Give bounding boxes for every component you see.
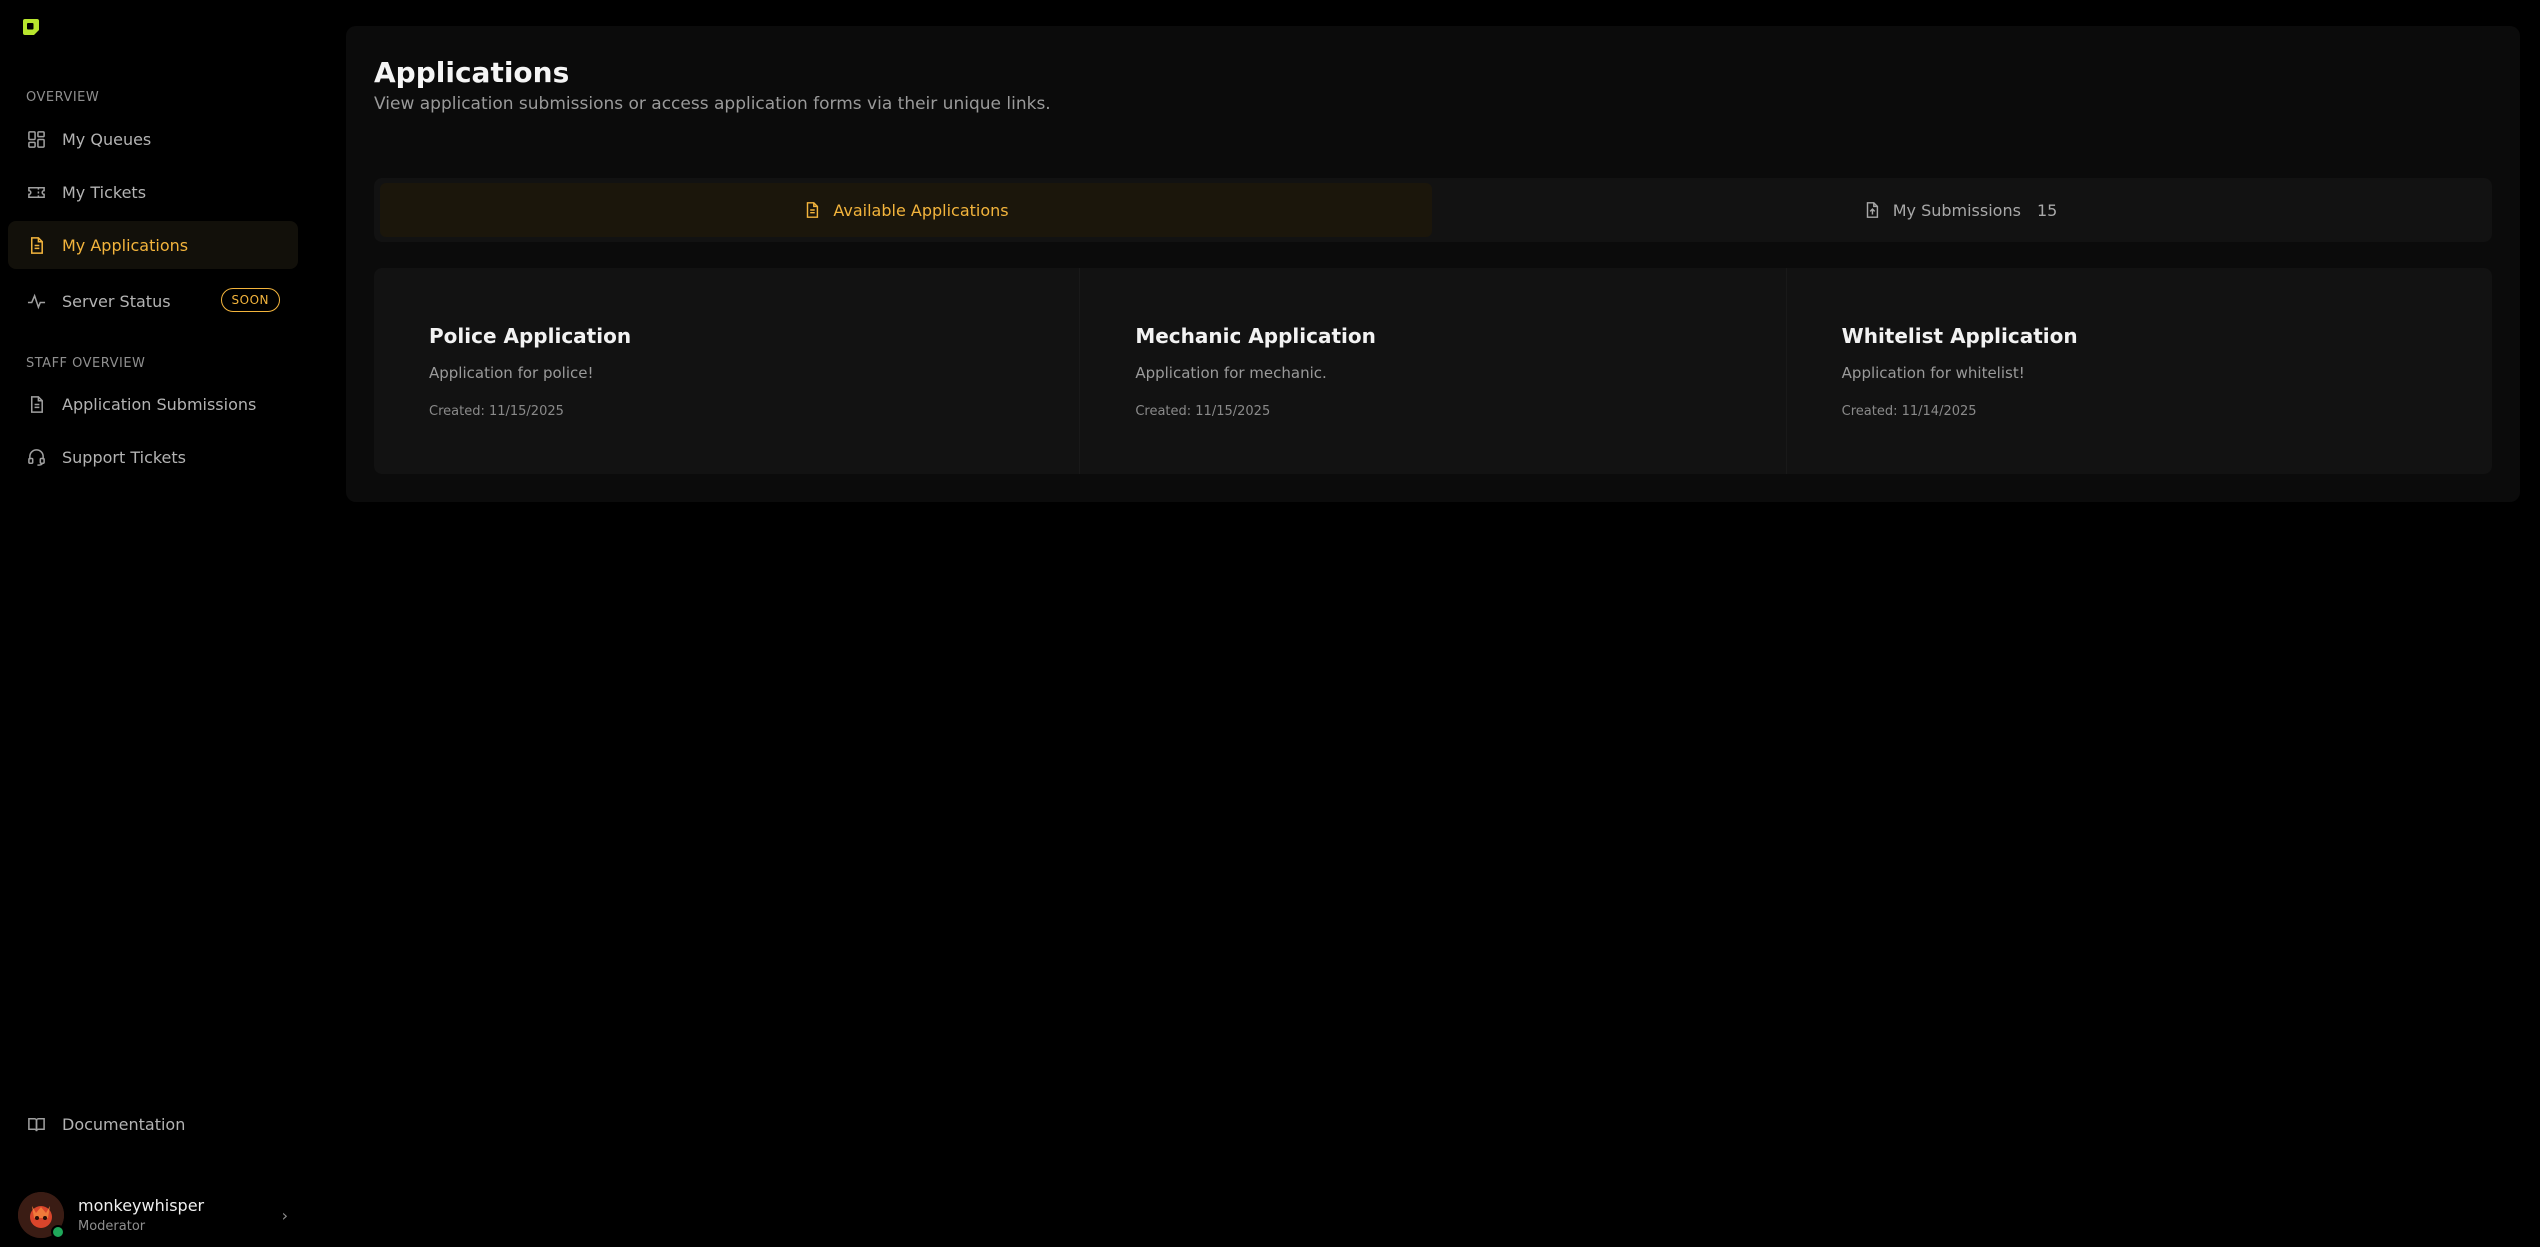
application-created-date: Created: 11/14/2025 <box>1841 404 1977 419</box>
sidebar-item-label: Support Tickets <box>62 447 187 467</box>
sidebar-item-documentation[interactable]: Documentation <box>8 1100 298 1148</box>
sidebar-item-my-tickets[interactable]: My Tickets <box>8 168 298 216</box>
application-created-date: Created: 11/15/2025 <box>1135 404 1271 419</box>
chevron-right-icon: › <box>281 1206 288 1225</box>
applications-list: Police Application Application for polic… <box>374 268 2492 474</box>
sidebar-item-label: Application Submissions <box>62 394 257 414</box>
application-description: Application for whitelist! <box>1841 364 2025 382</box>
sidebar-item-support-tickets[interactable]: Support Tickets <box>8 433 298 481</box>
applications-tabs: Available Applications My Submissions 15 <box>374 178 2492 242</box>
sidebar-item-label: My Tickets <box>62 182 147 202</box>
tab-label: My Submissions <box>1892 200 2021 220</box>
activity-icon <box>26 291 46 311</box>
application-card[interactable]: Police Application Application for polic… <box>374 268 1081 474</box>
overview-section-label: OVERVIEW <box>26 90 100 105</box>
application-title: Mechanic Application <box>1135 324 1376 348</box>
sidebar: OVERVIEW My Queues My Tickets My Applica… <box>0 0 308 1247</box>
page-subtitle: View application submissions or access a… <box>374 94 1051 114</box>
sidebar-item-my-queues[interactable]: My Queues <box>8 115 298 163</box>
book-icon <box>26 1114 46 1134</box>
document-icon <box>26 235 46 255</box>
user-name: monkeywhisper <box>78 1196 205 1215</box>
file-upload-icon <box>1863 201 1881 219</box>
application-title: Police Application <box>429 324 632 348</box>
tab-available-applications[interactable]: Available Applications <box>380 183 1432 237</box>
sidebar-item-label: My Queues <box>62 129 152 149</box>
sidebar-item-application-submissions[interactable]: Application Submissions <box>8 380 298 428</box>
sidebar-item-label: Documentation <box>62 1114 186 1134</box>
avatar <box>18 1192 65 1239</box>
sidebar-item-label: Server Status <box>62 291 171 311</box>
online-status-indicator <box>51 1225 65 1239</box>
submissions-count: 15 <box>2036 200 2058 220</box>
sidebar-item-label: My Applications <box>62 235 189 255</box>
ticket-icon <box>26 182 46 202</box>
user-profile-button[interactable]: monkeywhisper Moderator › <box>18 1190 288 1240</box>
grid-icon <box>26 129 46 149</box>
staff-overview-section-label: STAFF OVERVIEW <box>26 356 146 371</box>
application-card[interactable]: Mechanic Application Application for mec… <box>1080 268 1787 474</box>
application-title: Whitelist Application <box>1841 324 2078 348</box>
page-title: Applications <box>374 56 570 89</box>
user-role: Moderator <box>78 1219 146 1234</box>
document-icon <box>26 394 46 414</box>
logo-icon[interactable] <box>22 18 40 36</box>
headset-icon <box>26 447 46 467</box>
sidebar-item-my-applications[interactable]: My Applications <box>8 221 298 269</box>
application-card[interactable]: Whitelist Application Application for wh… <box>1787 268 2492 474</box>
application-description: Application for mechanic. <box>1135 364 1327 382</box>
soon-badge: SOON <box>220 288 280 312</box>
tab-my-submissions[interactable]: My Submissions 15 <box>1434 183 2486 237</box>
sidebar-item-server-status[interactable]: Server Status SOON <box>8 277 298 325</box>
tab-label: Available Applications <box>833 200 1009 220</box>
main-panel: Applications View application submission… <box>346 26 2520 502</box>
application-description: Application for police! <box>429 364 594 382</box>
application-created-date: Created: 11/15/2025 <box>429 404 564 419</box>
document-icon <box>803 201 821 219</box>
